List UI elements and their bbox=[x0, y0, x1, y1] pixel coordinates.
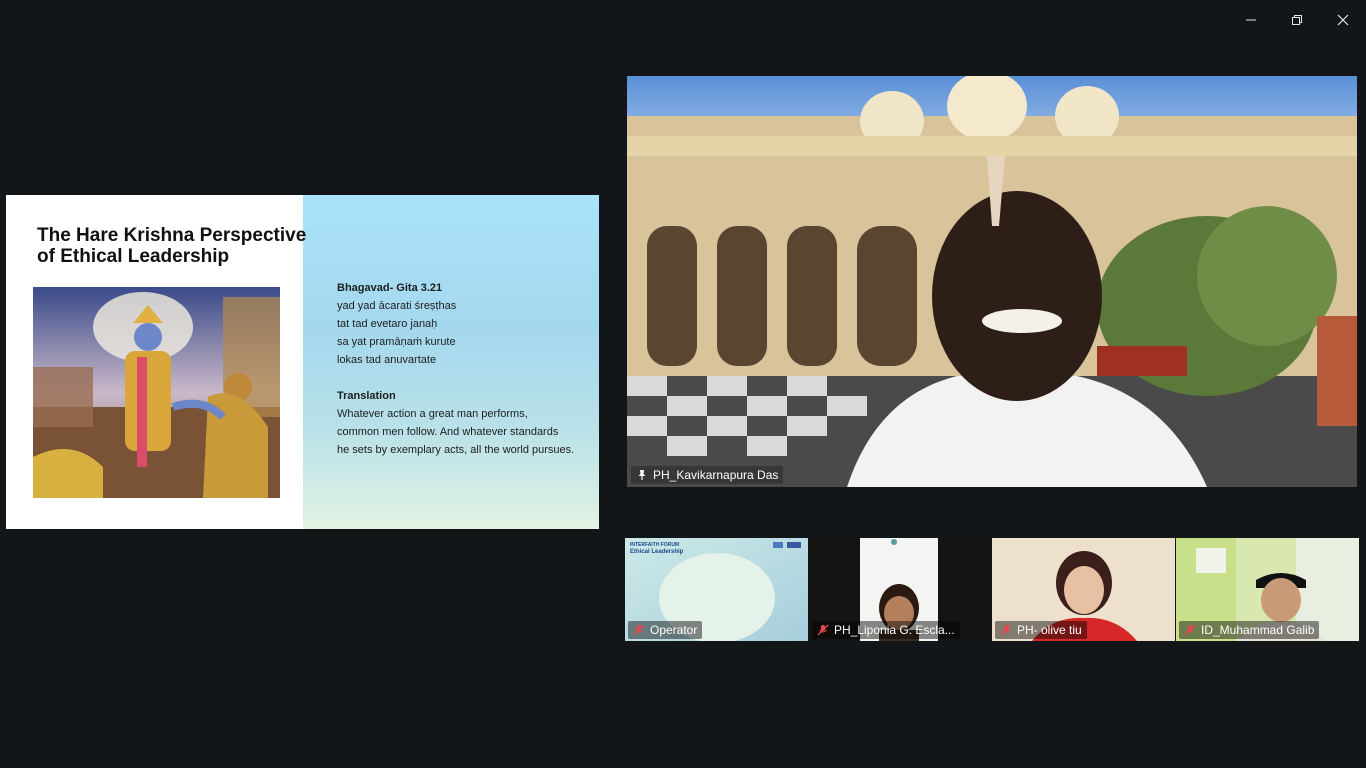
participant-name: ID_Muhammad Galib bbox=[1201, 623, 1315, 637]
restore-icon bbox=[1292, 15, 1302, 25]
speaker-name: PH_Kavikarnapura Das bbox=[653, 468, 779, 482]
operator-slide-title: Ethical Leadership bbox=[630, 549, 684, 555]
window-controls bbox=[1228, 0, 1366, 40]
verse-heading: Bhagavad- Gita 3.21 bbox=[337, 282, 443, 294]
speaker-video-frame bbox=[627, 76, 1357, 487]
participant-tile[interactable]: PH- olive tiu bbox=[992, 538, 1175, 641]
active-speaker-video[interactable]: PH_Kavikarnapura Das bbox=[627, 76, 1357, 487]
verse-line: sa yat pramāṇaṁ kurute bbox=[337, 336, 456, 348]
close-button[interactable] bbox=[1320, 0, 1366, 40]
participant-tile[interactable]: INTERFAITH FORUM Ethical Leadership Oper… bbox=[625, 538, 808, 641]
mic-muted-icon bbox=[817, 624, 829, 636]
verse-line: tat tad evetaro janaḥ bbox=[337, 318, 438, 330]
mic-muted-icon bbox=[633, 624, 645, 636]
translation-line: he sets by exemplary acts, all the world… bbox=[337, 444, 575, 456]
krishna-arjuna-painting bbox=[33, 287, 280, 498]
participant-tile[interactable]: ID_Muhammad Galib bbox=[1176, 538, 1359, 641]
minimize-button[interactable] bbox=[1228, 0, 1274, 40]
participant-name-tag: PH_Liponia G. Escla... bbox=[812, 621, 960, 639]
verse-line: lokas tad anuvartate bbox=[337, 354, 437, 366]
participant-name: PH_Liponia G. Escla... bbox=[834, 623, 955, 637]
participant-name-tag: Operator bbox=[628, 621, 703, 639]
participant-name: Operator bbox=[650, 623, 698, 637]
translation-heading: Translation bbox=[337, 390, 396, 402]
verse-line: yad yad ācarati śreṣṭhas bbox=[337, 300, 457, 312]
mic-muted-icon bbox=[1184, 624, 1196, 636]
close-icon bbox=[1337, 14, 1349, 26]
speaker-name-tag: PH_Kavikarnapura Das bbox=[631, 466, 784, 484]
shared-screen-slide: The Hare Krishna Perspective of Ethical … bbox=[6, 195, 599, 529]
participant-name-tag: ID_Muhammad Galib bbox=[1179, 621, 1320, 639]
minimize-icon bbox=[1246, 19, 1256, 21]
pin-icon bbox=[638, 470, 646, 480]
slide-title-line2: of Ethical Leadership bbox=[37, 246, 230, 267]
participant-tile[interactable]: PH_Liponia G. Escla... bbox=[809, 538, 992, 641]
participant-name: PH- olive tiu bbox=[1017, 623, 1082, 637]
mic-muted-icon bbox=[1000, 624, 1012, 636]
verse-block: Bhagavad- Gita 3.21 yad yad ācarati śreṣ… bbox=[337, 279, 597, 459]
restore-button[interactable] bbox=[1274, 0, 1320, 40]
operator-slide-kicker: INTERFAITH FORUM bbox=[630, 542, 679, 548]
translation-line: common men follow. And whatever standard… bbox=[337, 426, 559, 438]
slide-title-line1: The Hare Krishna Perspective bbox=[37, 225, 307, 246]
slide-title: The Hare Krishna Perspective of Ethical … bbox=[37, 225, 337, 267]
participant-name-tag: PH- olive tiu bbox=[995, 621, 1087, 639]
translation-line: Whatever action a great man performs, bbox=[337, 408, 528, 420]
